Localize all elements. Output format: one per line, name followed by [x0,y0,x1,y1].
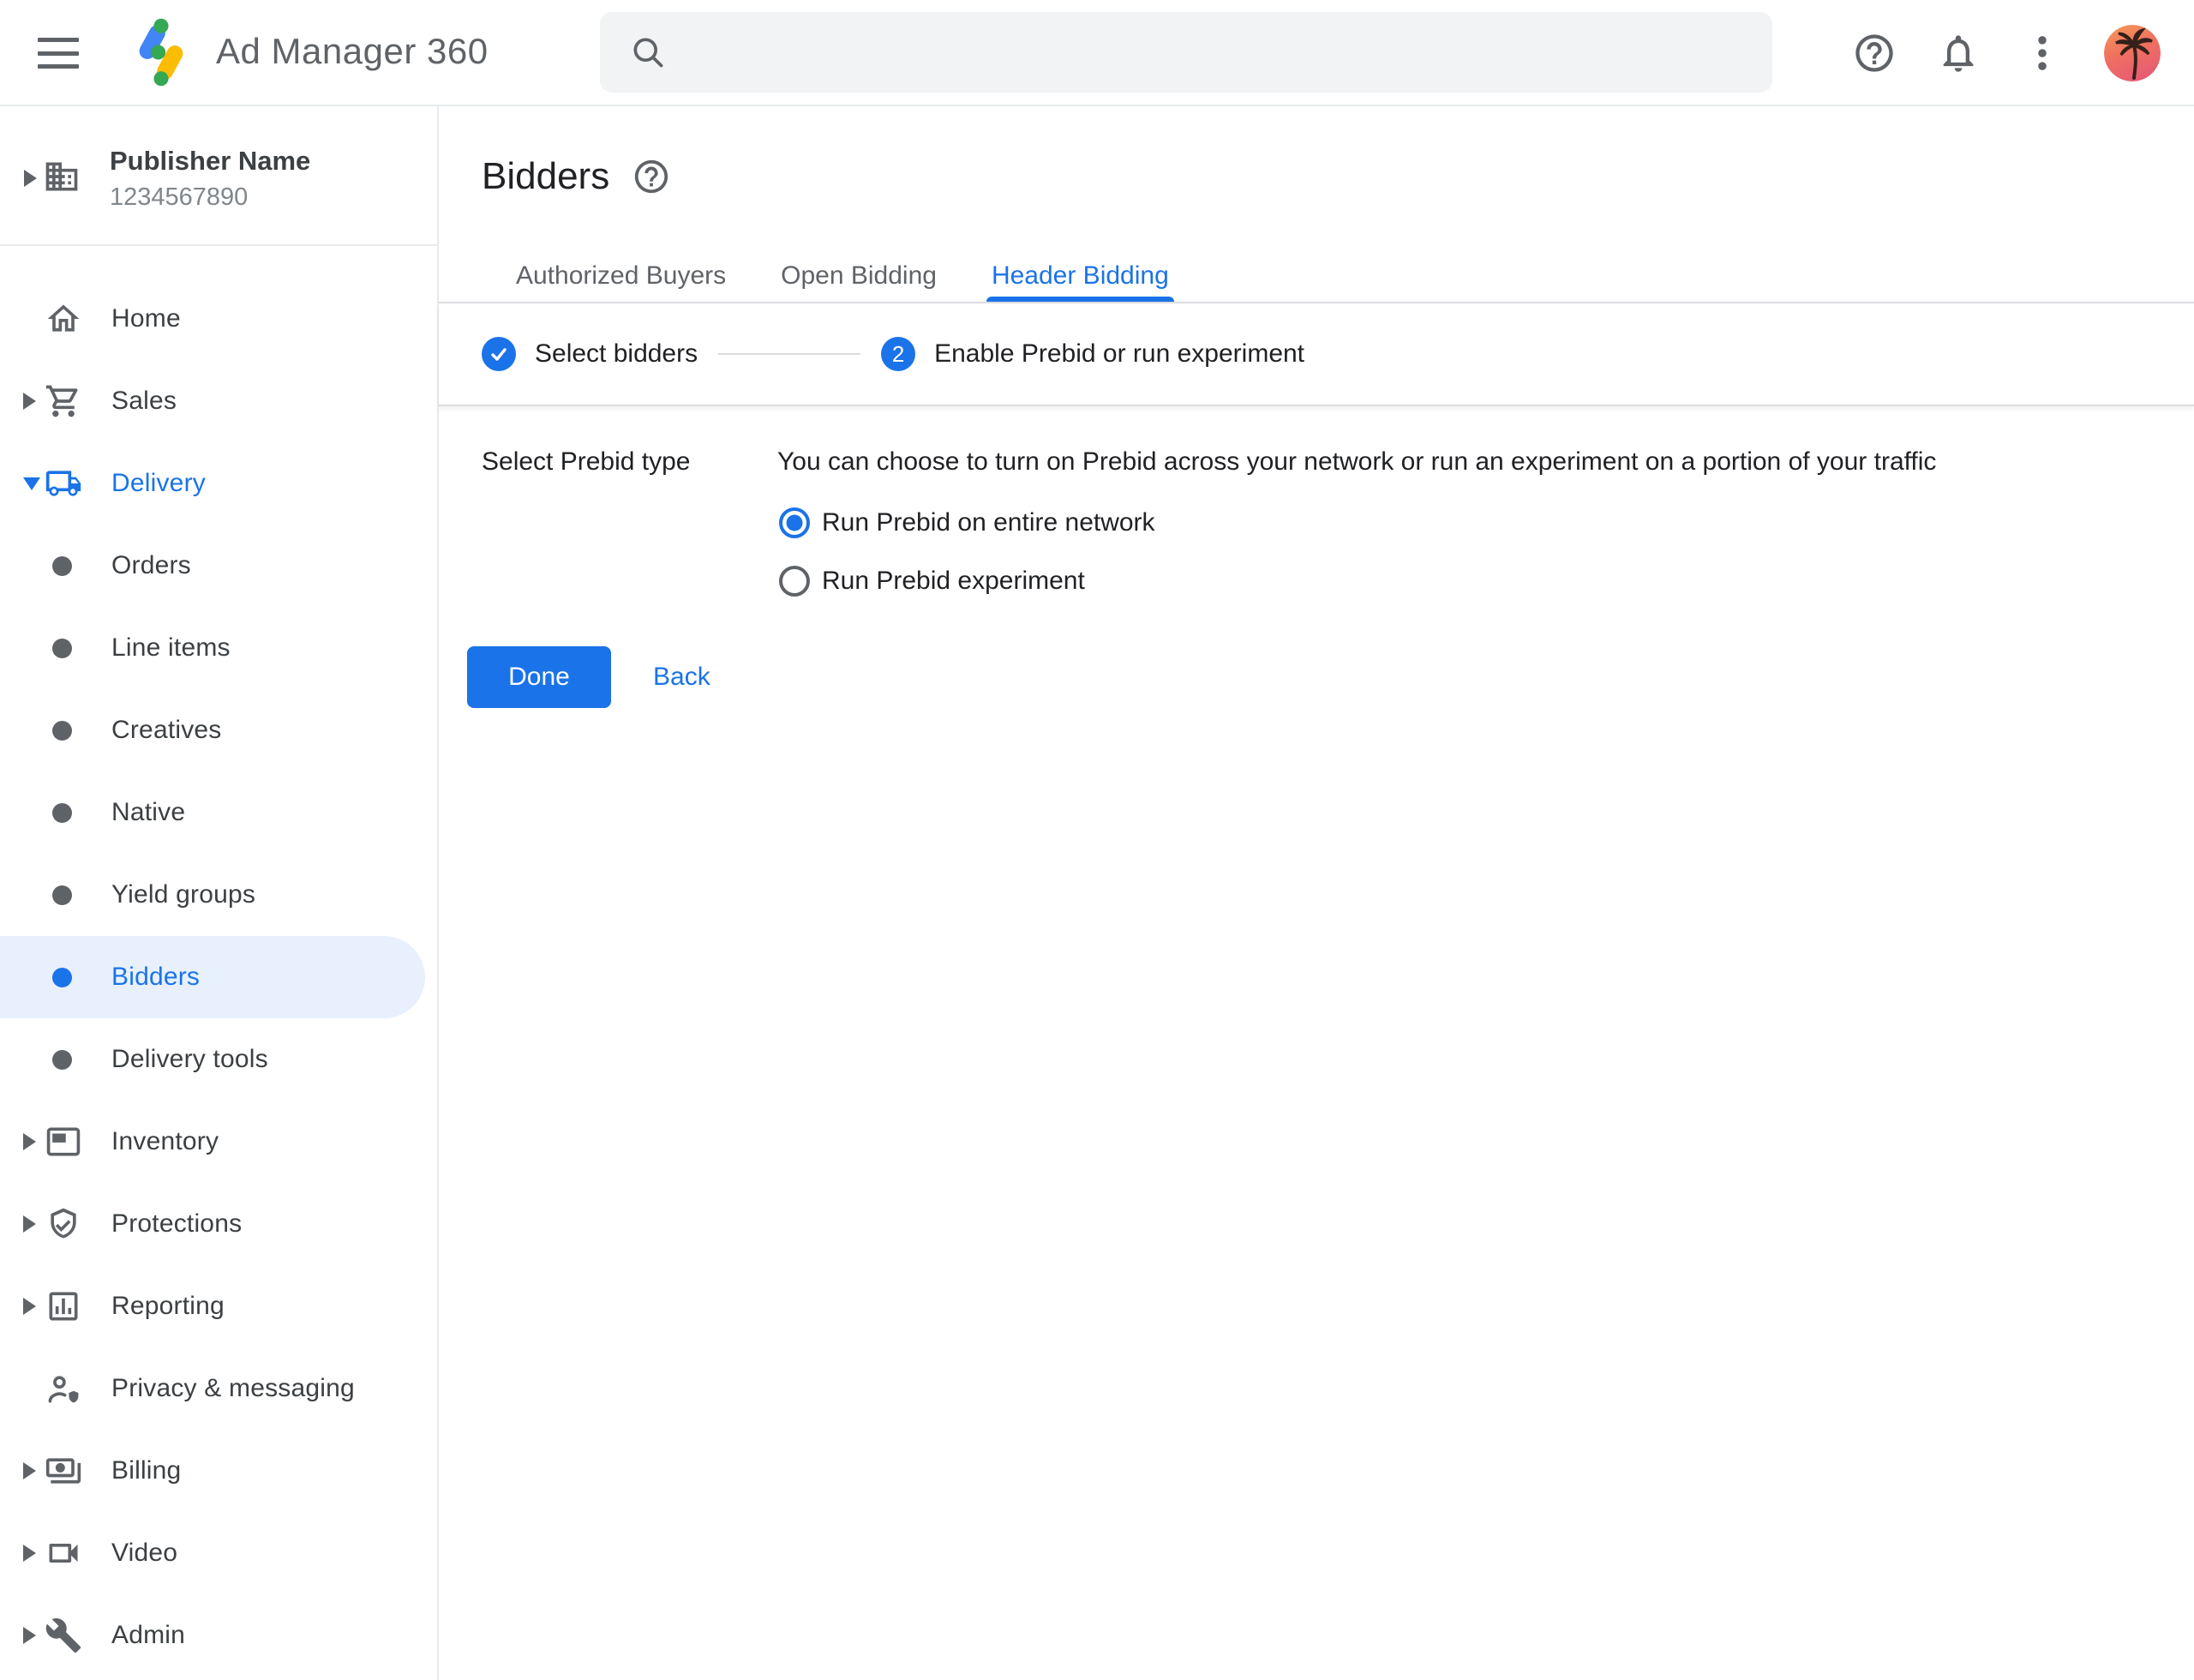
search-icon [629,33,667,71]
bullet-icon [52,639,72,658]
back-button[interactable]: Back [653,663,710,692]
inventory-icon [45,1123,82,1161]
expand-caret-icon [23,1462,36,1479]
sidebar-item-native[interactable]: Native [0,771,437,854]
step-connector [718,353,860,355]
expand-caret-icon [23,393,36,410]
product-name: Ad Manager 360 [216,31,489,72]
bullet-icon [52,803,72,823]
step-enable-prebid[interactable]: 2 Enable Prebid or run experiment [881,337,1304,371]
publisher-building-icon [43,158,81,200]
step-number-badge: 2 [881,337,915,371]
page-help-icon[interactable] [632,157,671,196]
account-avatar[interactable] [2104,25,2161,81]
prebid-type-section: Select Prebid type You can choose to tur… [439,406,2194,602]
bullet-icon [52,556,72,576]
sidebar-item-inventory[interactable]: Inventory [0,1101,437,1183]
radio-run-prebid-experiment[interactable]: Run Prebid experiment [777,561,1936,602]
sidebar-item-creatives[interactable]: Creatives [0,689,437,771]
sidebar-item-yield-groups[interactable]: Yield groups [0,854,437,936]
sidebar: Publisher Name 1234567890 Home Sales Del… [0,106,439,1680]
action-bar: Done Back [439,646,2194,708]
radio-unselected-icon [777,564,812,598]
bullet-icon [52,885,72,905]
radio-run-prebid-entire-network[interactable]: Run Prebid on entire network [777,502,1936,543]
tab-open-bidding[interactable]: Open Bidding [781,257,937,302]
section-description: You can choose to turn on Prebid across … [777,444,1936,480]
person-shield-icon [45,1370,82,1407]
bullet-icon [52,1050,72,1070]
menu-icon[interactable] [38,38,79,69]
expand-caret-icon [23,1627,36,1644]
page-title: Bidders [482,154,609,199]
done-button[interactable]: Done [467,646,611,708]
search-input[interactable] [689,38,1717,67]
expand-caret-icon [23,1298,36,1315]
sidebar-item-orders[interactable]: Orders [0,525,437,607]
tab-bar: Authorized Buyers Open Bidding Header Bi… [439,257,2194,303]
help-icon[interactable] [1852,31,1897,75]
sidebar-item-privacy-messaging[interactable]: Privacy & messaging [0,1347,437,1430]
collapse-caret-icon [23,477,40,490]
bar-chart-icon [45,1287,82,1325]
stepper: Select bidders 2 Enable Prebid or run ex… [439,303,2194,406]
bullet-icon [52,968,72,987]
sidebar-item-admin[interactable]: Admin [0,1594,437,1677]
search-bar[interactable] [600,12,1772,93]
sidebar-item-delivery-tools[interactable]: Delivery tools [0,1018,437,1101]
top-app-bar: Ad Manager 360 [0,0,2194,106]
expand-caret-icon [23,1133,36,1150]
sidebar-item-reporting[interactable]: Reporting [0,1265,437,1347]
ad-manager-logo-icon [129,17,194,92]
sidebar-item-protections[interactable]: Protections [0,1183,437,1265]
video-camera-icon [45,1534,82,1572]
section-label: Select Prebid type [482,444,777,602]
sidebar-item-line-items[interactable]: Line items [0,607,437,689]
publisher-switcher[interactable]: Publisher Name 1234567890 [0,106,437,246]
notifications-bell-icon[interactable] [1936,31,1981,75]
sidebar-nav: Home Sales Delivery Orders Line items [0,246,437,1677]
sidebar-item-bidders[interactable]: Bidders [0,936,425,1018]
sidebar-item-home[interactable]: Home [0,278,437,360]
expand-caret-icon [24,170,37,187]
sidebar-item-billing[interactable]: Billing [0,1430,437,1512]
step-select-bidders[interactable]: Select bidders [482,337,698,371]
sidebar-item-sales[interactable]: Sales [0,360,437,442]
kebab-menu-icon[interactable] [2020,31,2065,75]
expand-caret-icon [23,1215,36,1233]
expand-caret-icon [23,1545,36,1562]
tab-header-bidding[interactable]: Header Bidding [992,257,1169,302]
step-completed-check-icon [482,337,516,371]
home-icon [45,300,82,338]
wrench-icon [45,1617,82,1654]
banknote-icon [45,1452,82,1490]
radio-selected-icon [777,506,812,540]
sidebar-item-delivery[interactable]: Delivery [0,442,437,525]
shield-check-icon [45,1205,82,1243]
cart-icon [45,382,82,420]
delivery-truck-icon [45,465,82,502]
sidebar-item-video[interactable]: Video [0,1512,437,1594]
publisher-id: 1234567890 [110,183,248,212]
tab-authorized-buyers[interactable]: Authorized Buyers [516,257,726,302]
publisher-name: Publisher Name [110,146,310,177]
bullet-icon [52,721,72,741]
main-content: Bidders Authorized Buyers Open Bidding H… [439,106,2194,1680]
